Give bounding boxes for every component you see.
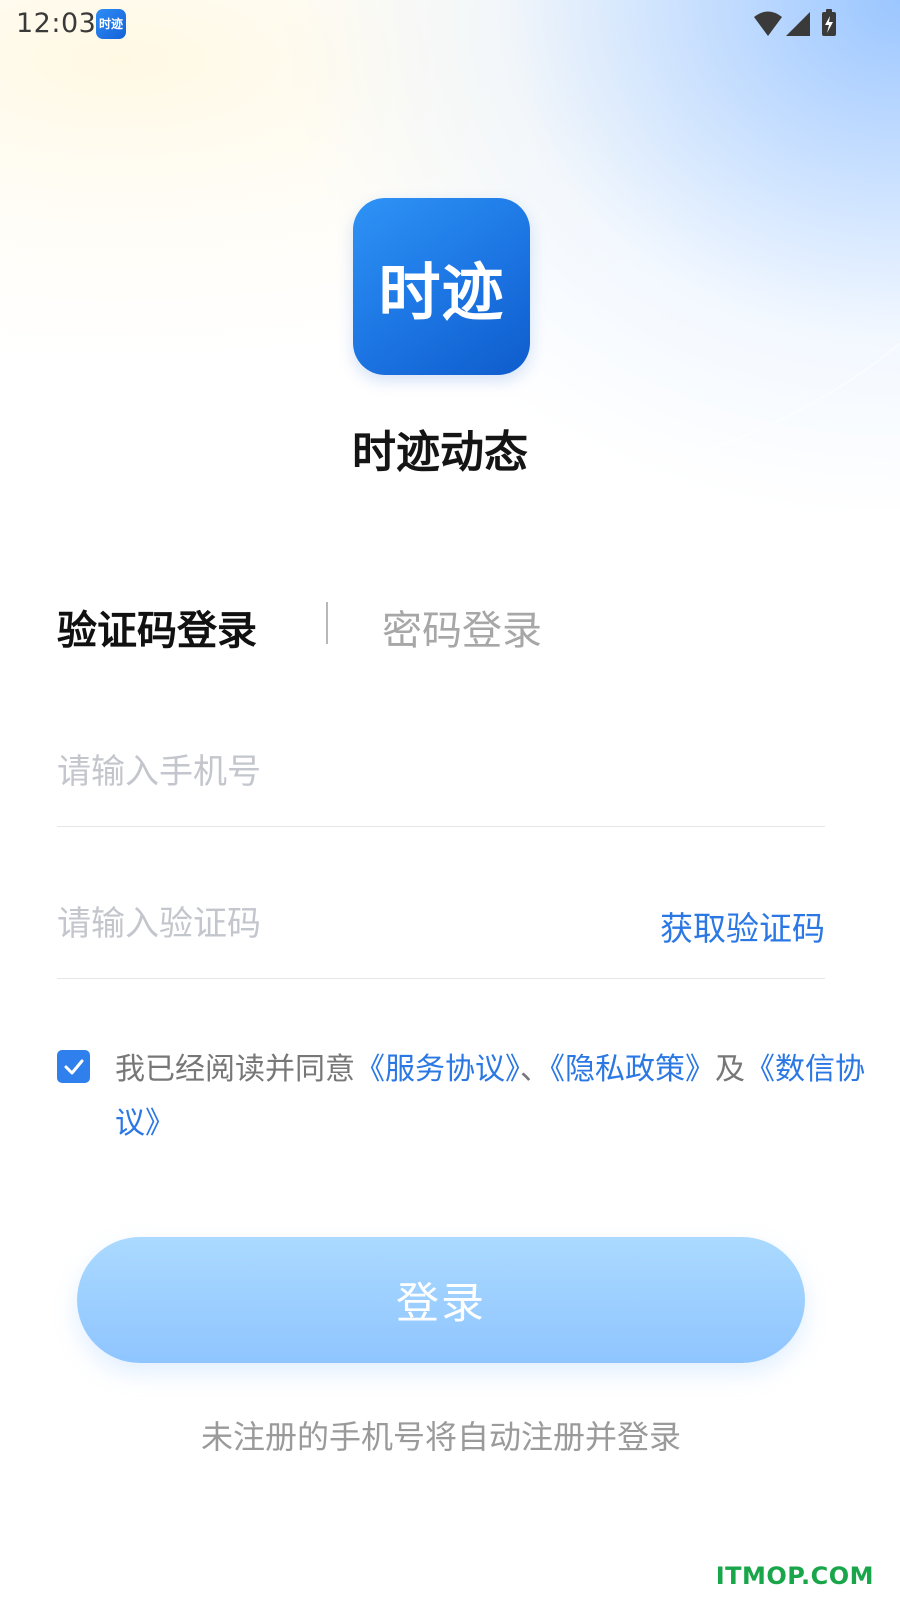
checkmark-icon	[64, 1059, 83, 1074]
tab-divider	[326, 602, 328, 644]
agreement-text: 我已经阅读并同意《服务协议》、《隐私政策》及《数信协议》	[115, 1043, 885, 1151]
verification-code-input[interactable]	[57, 894, 617, 954]
app-logo-text: 时迹	[378, 255, 505, 329]
service-agreement-link[interactable]: 《服务协议》	[355, 1052, 520, 1087]
agreement-separator: 、	[520, 1052, 550, 1087]
watermark: ITMOP.COM	[715, 1562, 874, 1590]
status-icons-svg	[754, 9, 836, 36]
app-notification-icon: 时迹	[96, 9, 126, 39]
tab-password-login[interactable]: 密码登录	[382, 598, 542, 656]
login-button-label: 登录	[396, 1279, 486, 1329]
code-field: 获取验证码	[57, 894, 825, 979]
login-button[interactable]: 登录	[77, 1237, 805, 1363]
cellular-signal-icon	[786, 12, 810, 36]
tab-sms-code-login[interactable]: 验证码登录	[57, 598, 257, 656]
agreement-prefix: 我已经阅读并同意	[115, 1052, 355, 1087]
status-bar: 12:03 时迹	[0, 0, 900, 48]
get-code-button[interactable]: 获取验证码	[660, 902, 825, 950]
status-time: 12:03	[16, 8, 97, 39]
phone-input[interactable]	[57, 742, 617, 802]
battery-charging-icon	[822, 9, 836, 36]
auto-register-note: 未注册的手机号将自动注册并登录	[200, 1418, 681, 1456]
status-icons	[752, 8, 842, 40]
privacy-policy-link[interactable]: 《隐私政策》	[550, 1052, 715, 1087]
app-name: 时迹动态	[352, 427, 528, 478]
agreement-and: 及	[715, 1052, 745, 1087]
agreement-checkbox[interactable]	[57, 1050, 90, 1083]
phone-field	[57, 742, 825, 827]
wifi-icon	[754, 11, 782, 36]
app-logo: 时迹	[353, 198, 530, 375]
